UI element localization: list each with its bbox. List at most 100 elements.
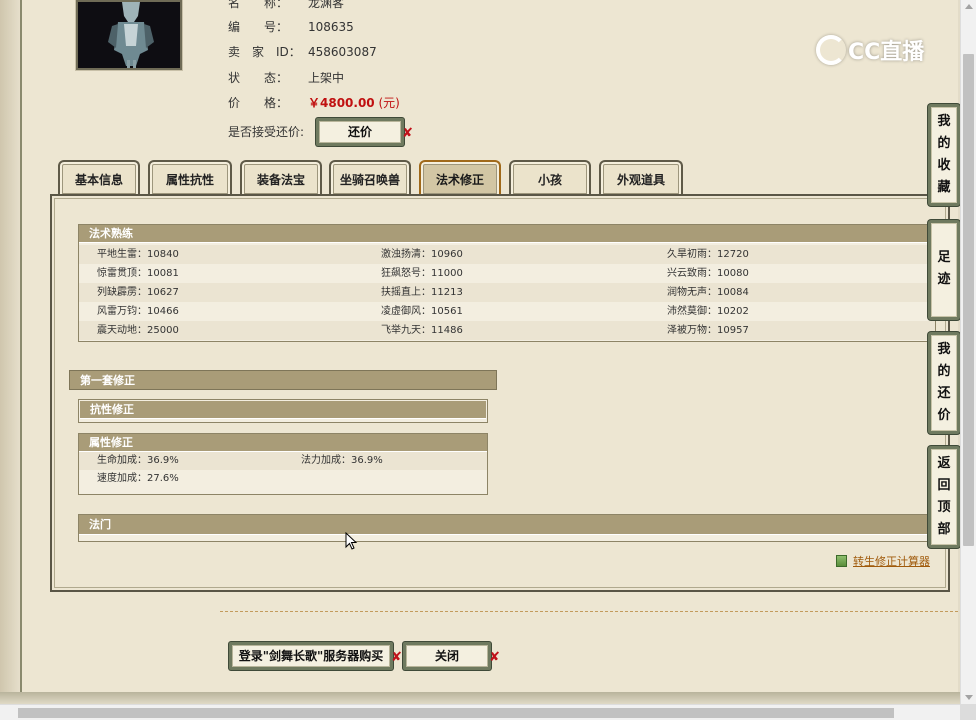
resist-correction-title: 抗性修正 bbox=[80, 401, 486, 419]
side-nav-history[interactable]: 足 迹 bbox=[928, 220, 960, 320]
cc-logo-icon bbox=[816, 35, 846, 65]
skill-cell: 惊雷贯顶：10081 bbox=[97, 268, 179, 279]
attr-cell: 速度加成：27.6% bbox=[97, 473, 179, 484]
skill-cell: 泽被万物：10957 bbox=[667, 325, 749, 336]
status-row: 状 态： 上架中 bbox=[228, 69, 344, 87]
table-row: 生命加成：36.9% 法力加成：36.9% bbox=[79, 452, 487, 470]
skill-cell: 扶摇直上：11213 bbox=[381, 287, 463, 298]
skill-cell: 震天动地：25000 bbox=[97, 325, 179, 336]
tab-child[interactable]: 小孩 bbox=[509, 160, 591, 196]
side-nav-char: 藏 bbox=[937, 180, 951, 195]
side-nav-char: 我 bbox=[937, 114, 951, 129]
price-value: ￥4800.00 bbox=[308, 96, 375, 110]
rebirth-calculator-link[interactable]: 转生修正计算器 bbox=[836, 553, 930, 569]
login-buy-button[interactable]: 登录"剑舞长歌"服务器购买 ✘ bbox=[229, 642, 402, 670]
skill-cell: 沛然莫御：10202 bbox=[667, 306, 749, 317]
item-id-row: 编 号： 108635 bbox=[228, 18, 354, 36]
table-row: 风雷万钧：10466 凌虚御风：10561 沛然莫御：10202 bbox=[79, 302, 935, 321]
table-row: 平地生雷：10840 激浊扬清：10960 久旱初雨：12720 bbox=[79, 245, 935, 264]
side-nav-char: 的 bbox=[937, 136, 951, 151]
close-mark-icon: ✘ bbox=[489, 650, 500, 665]
scrollbar-thumb[interactable] bbox=[963, 54, 974, 546]
item-name-label: 名 称： bbox=[228, 0, 289, 10]
bargain-label: 是否接受还价: bbox=[228, 125, 305, 139]
skill-proficiency-title: 法术熟练 bbox=[79, 225, 935, 243]
sect-section: 法门 bbox=[78, 514, 936, 542]
seller-id-value: 458603087 bbox=[308, 45, 377, 59]
item-name-row: 名 称： 龙渊客 bbox=[228, 0, 344, 12]
rebirth-calculator-label: 转生修正计算器 bbox=[853, 555, 930, 568]
tab-equipment[interactable]: 装备法宝 bbox=[240, 160, 322, 196]
status-label: 状 态： bbox=[228, 71, 289, 85]
bargain-button[interactable]: 还价 ✘ bbox=[316, 118, 413, 146]
sect-title: 法门 bbox=[79, 515, 935, 535]
seller-id-label: 卖 家 ID： bbox=[228, 45, 301, 59]
tab-label: 外观道具 bbox=[616, 173, 665, 187]
side-nav-char: 足 bbox=[937, 250, 951, 265]
skill-cell: 列缺霹雳：10627 bbox=[97, 287, 179, 298]
table-row: 速度加成：27.6% bbox=[79, 470, 487, 488]
table-row: 列缺霹雳：10627 扶摇直上：11213 润物无声：10084 bbox=[79, 283, 935, 302]
side-nav-char: 价 bbox=[937, 408, 951, 423]
attr-cell: 生命加成：36.9% bbox=[97, 455, 179, 466]
skill-cell: 平地生雷：10840 bbox=[97, 249, 179, 260]
price-row: 价 格： ￥4800.00 (元) bbox=[228, 94, 400, 112]
tab-attributes[interactable]: 属性抗性 bbox=[148, 160, 232, 196]
attr-correction-section: 属性修正 生命加成：36.9% 法力加成：36.9% 速度加成：27.6% bbox=[78, 433, 488, 495]
skill-cell: 兴云致雨：10080 bbox=[667, 268, 749, 279]
divider bbox=[220, 611, 958, 612]
horizontal-scrollbar[interactable] bbox=[0, 704, 960, 720]
skill-cell: 狂飙怒号：11000 bbox=[381, 268, 463, 279]
close-mark-icon: ✘ bbox=[402, 126, 413, 141]
side-nav-char: 还 bbox=[937, 386, 951, 401]
character-portrait bbox=[76, 0, 182, 70]
attr-cell: 法力加成：36.9% bbox=[301, 455, 383, 466]
tab-label: 装备法宝 bbox=[256, 173, 305, 187]
mouse-pointer-icon bbox=[345, 532, 358, 550]
side-nav-char: 顶 bbox=[937, 500, 951, 515]
calculator-icon bbox=[836, 555, 847, 567]
tab-spell-correction[interactable]: 法术修正 bbox=[419, 160, 501, 196]
side-nav-char: 回 bbox=[937, 478, 951, 493]
cc-watermark: CC直播 bbox=[816, 34, 924, 66]
resist-correction-section: 抗性修正 bbox=[78, 399, 488, 423]
table-row: 惊雷贯顶：10081 狂飙怒号：11000 兴云致雨：10080 bbox=[79, 264, 935, 283]
skill-cell: 风雷万钧：10466 bbox=[97, 306, 179, 317]
close-button[interactable]: 关闭 ✘ bbox=[403, 642, 500, 670]
tab-label: 法术修正 bbox=[435, 173, 484, 187]
skill-list: 平地生雷：10840 激浊扬清：10960 久旱初雨：12720 惊雷贯顶：10… bbox=[79, 243, 935, 342]
table-row: 震天动地：25000 飞举九天：11486 泽被万物：10957 bbox=[79, 321, 935, 340]
bottom-frame-border bbox=[0, 692, 960, 704]
skill-cell: 凌虚御风：10561 bbox=[381, 306, 463, 317]
tab-label: 坐骑召唤兽 bbox=[339, 173, 400, 187]
scroll-up-icon[interactable] bbox=[965, 4, 973, 9]
side-nav-favorites[interactable]: 我 的 收 藏 bbox=[928, 104, 960, 206]
item-name-value: 龙渊客 bbox=[308, 0, 345, 10]
cc-watermark-text: CC直播 bbox=[848, 40, 925, 65]
login-buy-label: 登录"剑舞长歌"服务器购买 bbox=[238, 649, 384, 663]
tab-label: 属性抗性 bbox=[165, 173, 214, 187]
close-mark-icon: ✘ bbox=[391, 650, 402, 665]
side-nav-char: 部 bbox=[937, 522, 951, 537]
skill-cell: 润物无声：10084 bbox=[667, 287, 749, 298]
vertical-scrollbar[interactable] bbox=[960, 0, 976, 704]
tab-appearance[interactable]: 外观道具 bbox=[599, 160, 683, 196]
side-nav-back-to-top[interactable]: 返 回 顶 部 bbox=[928, 446, 960, 548]
side-nav-my-bargains[interactable]: 我 的 还 价 bbox=[928, 332, 960, 434]
left-frame-border bbox=[0, 0, 22, 720]
skill-cell: 飞举九天：11486 bbox=[381, 325, 463, 336]
horizontal-scrollbar-thumb[interactable] bbox=[18, 708, 894, 718]
item-id-value: 108635 bbox=[308, 20, 354, 34]
price-label: 价 格： bbox=[228, 96, 289, 110]
status-value: 上架中 bbox=[308, 71, 345, 85]
scrollbar-corner bbox=[960, 704, 976, 720]
price-unit: (元) bbox=[378, 96, 400, 110]
scroll-down-icon[interactable] bbox=[965, 695, 973, 700]
tab-basic-info[interactable]: 基本信息 bbox=[58, 160, 140, 196]
tab-mounts-pets[interactable]: 坐骑召唤兽 bbox=[329, 160, 411, 196]
side-nav-char: 的 bbox=[937, 364, 951, 379]
side-nav-char: 我 bbox=[937, 342, 951, 357]
bargain-button-label: 还价 bbox=[347, 125, 372, 139]
seller-id-row: 卖 家 ID： 458603087 bbox=[228, 43, 377, 61]
side-nav-char: 收 bbox=[937, 158, 951, 173]
